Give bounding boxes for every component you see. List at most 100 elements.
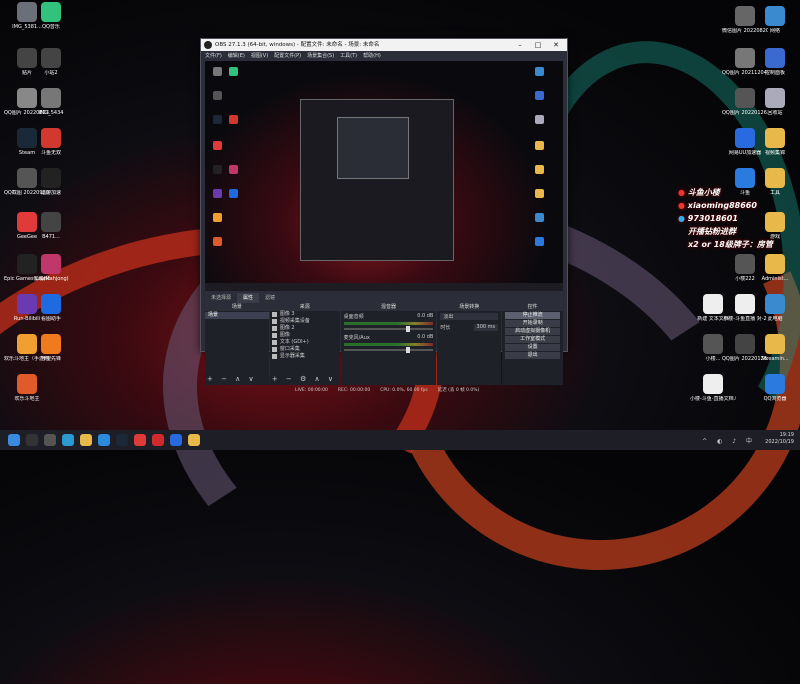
- obs-title: OBS 27.1.3 (64-bit, windows) - 配置文件: 未命名…: [215, 42, 380, 48]
- desktop-icon[interactable]: Streamin...: [752, 334, 798, 362]
- desktop-icon[interactable]: QQ浏览器: [752, 374, 798, 402]
- app-icon: [17, 374, 37, 394]
- virtual-camera-button[interactable]: 启动虚拟摄像机: [505, 328, 560, 335]
- menu-tools[interactable]: 工具(T): [340, 51, 357, 61]
- mixer-channel: 麦克风/Aux 0.0 dB: [341, 332, 437, 353]
- desktop-icon[interactable]: 小站2: [28, 48, 74, 76]
- app-icon: [41, 128, 61, 148]
- clock[interactable]: 19:19 2022/10/19: [765, 432, 794, 446]
- app-icon: [41, 48, 61, 68]
- controls-dock: 控件 停止推流 开始录制 启动虚拟摄像机 工作室模式 设置 退出: [502, 303, 563, 385]
- overlay-row: ● xiaoming88660: [678, 199, 773, 212]
- overlay-row: 开播钻粉进群: [678, 225, 773, 238]
- scene-item[interactable]: 场景: [205, 312, 269, 319]
- desktop-icon-label: 守望先锋: [40, 356, 61, 362]
- desktop-icon[interactable]: 回收站: [752, 88, 798, 116]
- mixer-header: 混音器: [340, 303, 437, 311]
- obs-menubar: 文件(F) 编辑(E) 视图(V) 配置文件(P) 场景集合(S) 工具(T) …: [201, 51, 567, 61]
- volume-meter: [343, 322, 434, 325]
- folder-icon[interactable]: [80, 434, 92, 446]
- desktop-icon[interactable]: 网络: [752, 6, 798, 34]
- douyu-icon[interactable]: [134, 434, 146, 446]
- overlay-row: ● 973018601: [678, 212, 773, 225]
- volume-slider[interactable]: [343, 347, 434, 353]
- source-item[interactable]: 图像 2: [270, 325, 340, 332]
- ime-indicator[interactable]: 中: [746, 438, 756, 445]
- source-tabs: 未选择源 属性 滤镜: [205, 293, 281, 303]
- obs-taskbar-icon[interactable]: [26, 434, 38, 446]
- source-item[interactable]: 图像 3: [270, 311, 340, 318]
- app-icon: [765, 6, 785, 26]
- windows-start-icon[interactable]: [8, 434, 20, 446]
- obs-titlebar[interactable]: OBS 27.1.3 (64-bit, windows) - 配置文件: 未命名…: [201, 39, 567, 51]
- preview-icon: [229, 165, 238, 174]
- menu-edit[interactable]: 编辑(E): [228, 51, 245, 61]
- desktop-icon[interactable]: Administ...: [752, 254, 798, 282]
- desktop-icon[interactable]: 斗鱼无双: [28, 128, 74, 156]
- source-item[interactable]: 显示器采集: [270, 353, 340, 360]
- desktop-icon-label: 斗鱼无双: [40, 150, 61, 156]
- menu-scene-collection[interactable]: 场景集合(S): [307, 51, 334, 61]
- desktop-icon[interactable]: 小楼-斗鱼-直播文档.txt: [690, 374, 736, 402]
- channel-db: 0.0 dB: [417, 334, 434, 340]
- exit-button[interactable]: 退出: [505, 352, 560, 359]
- desktop-icon-label: 小楼-斗鱼-直播文档.txt: [690, 396, 736, 402]
- desktop-icon[interactable]: 守望先锋: [28, 334, 74, 362]
- desktop-icon[interactable]: IMG_5434: [28, 88, 74, 116]
- scenes-toolbar[interactable]: + − ∧ ∨: [207, 375, 257, 383]
- duration-input[interactable]: 300 ms: [473, 324, 499, 331]
- tab-properties[interactable]: 属性: [237, 293, 260, 303]
- app-icon: [765, 168, 785, 188]
- desktop-icon-label: 小站2: [44, 70, 58, 76]
- desktop-icon[interactable]: 此电脑: [752, 294, 798, 322]
- system-tray-icons[interactable]: ^ ◐ ♪ 中: [702, 436, 756, 445]
- desktop-icon[interactable]: 控制面板: [752, 48, 798, 76]
- qq-icon[interactable]: [98, 434, 110, 446]
- sources-toolbar[interactable]: + − ⚙ ∧ ∨: [272, 375, 336, 383]
- menu-help[interactable]: 帮助(H): [363, 51, 381, 61]
- folder2-icon[interactable]: [188, 434, 200, 446]
- desktop-icon[interactable]: 看图助手: [28, 294, 74, 322]
- start-recording-button[interactable]: 开始录制: [505, 320, 560, 327]
- desktop-icon[interactable]: QQ音乐: [28, 2, 74, 30]
- edge-icon[interactable]: [62, 434, 74, 446]
- menu-profile[interactable]: 配置文件(P): [274, 51, 301, 61]
- source-item[interactable]: 文本 (GDI+): [270, 339, 340, 346]
- menu-view[interactable]: 视图(V): [251, 51, 268, 61]
- desktop-icon[interactable]: 视频集锦: [752, 128, 798, 156]
- settings-button[interactable]: 设置: [505, 344, 560, 351]
- transitions-dock: 场景转换 淡出 时长 300 ms: [437, 303, 502, 385]
- app-icon: [703, 334, 723, 354]
- netease-icon[interactable]: [152, 434, 164, 446]
- tab-filters[interactable]: 滤镜: [259, 293, 281, 303]
- studio-mode-button[interactable]: 工作室模式: [505, 336, 560, 343]
- transition-select[interactable]: 淡出: [440, 313, 499, 320]
- source-item[interactable]: 视频采集设备: [270, 318, 340, 325]
- desktop-icon[interactable]: B471...: [28, 212, 74, 240]
- search-icon[interactable]: [44, 434, 56, 446]
- clock-time: 19:19: [779, 432, 794, 438]
- app-icon: [41, 2, 61, 22]
- uu-icon[interactable]: [170, 434, 182, 446]
- preview-icon: [535, 141, 544, 150]
- overlay-text: x2 or 18级牌子：房管: [688, 240, 773, 249]
- preview-icon: [535, 91, 544, 100]
- menu-file[interactable]: 文件(F): [205, 51, 222, 61]
- maximize-button[interactable]: □: [529, 39, 547, 51]
- desktop-icon[interactable]: 欢乐斗地主: [4, 374, 50, 402]
- volume-meter: [343, 343, 434, 346]
- desktop-icon[interactable]: 雀魂(Mahjong): [28, 254, 74, 282]
- app-icon: [765, 254, 785, 274]
- obs-window[interactable]: OBS 27.1.3 (64-bit, windows) - 配置文件: 未命名…: [200, 38, 568, 393]
- obs-preview[interactable]: [205, 61, 563, 291]
- close-button[interactable]: ✕: [547, 39, 565, 51]
- source-item[interactable]: 窗口采集: [270, 346, 340, 353]
- source-item[interactable]: 图像: [270, 332, 340, 339]
- minimize-button[interactable]: –: [511, 39, 529, 51]
- status-rec: REC: 00:00:00: [337, 388, 371, 393]
- stop-streaming-button[interactable]: 停止推流: [505, 312, 560, 319]
- volume-slider[interactable]: [343, 326, 434, 332]
- desktop-icon[interactable]: 迅游加速: [28, 168, 74, 196]
- steam-icon[interactable]: [116, 434, 128, 446]
- app-icon: [703, 374, 723, 394]
